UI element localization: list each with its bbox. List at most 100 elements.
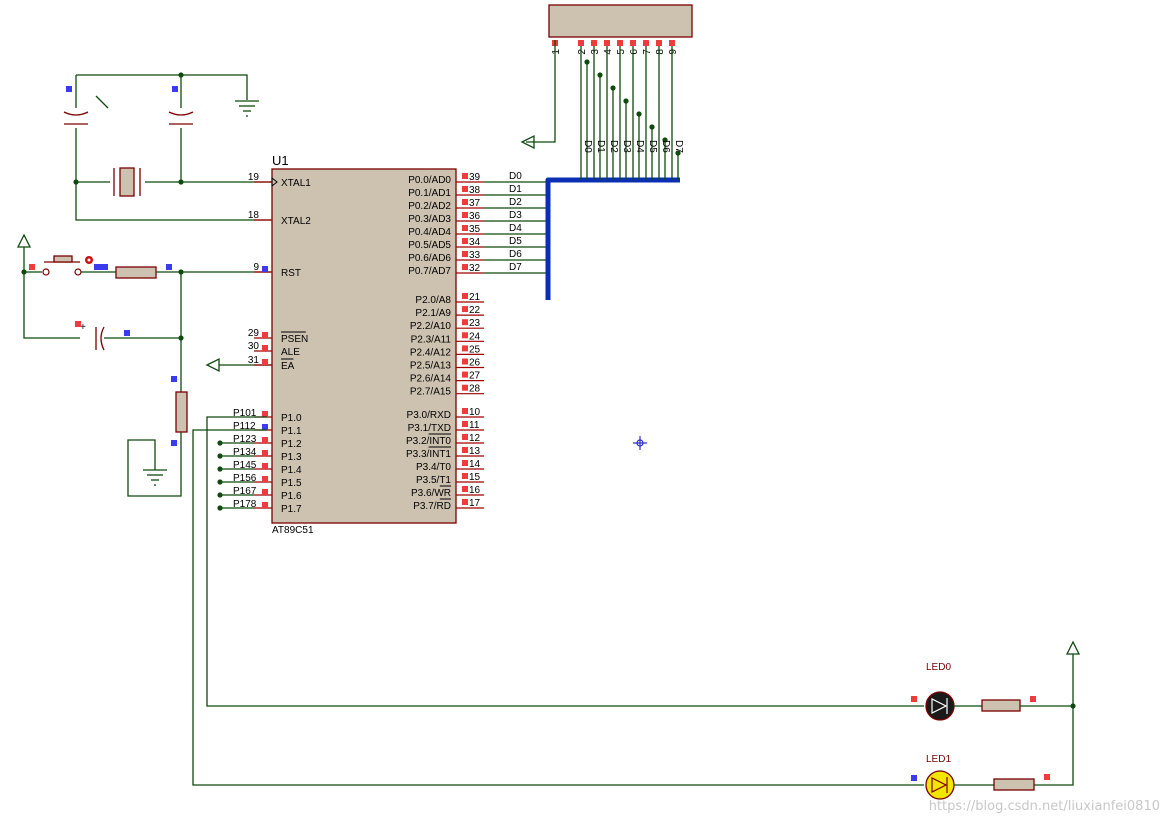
chip-pin-right-39[interactable]: 39 P0.0/AD0 bbox=[408, 172, 484, 186]
pin-number: 7 bbox=[642, 49, 653, 55]
pin-number: 31 bbox=[248, 355, 260, 366]
pin-name: EA bbox=[281, 361, 295, 372]
resistor-pack-pin-4[interactable]: 4 D2 bbox=[603, 40, 619, 180]
resistor-led1[interactable] bbox=[993, 778, 1035, 791]
chip-pin-right-24[interactable]: 24 P2.3/A11 bbox=[411, 331, 484, 345]
p1-net-labels: P101P112P123P134P145P156P167P178 bbox=[217, 408, 257, 511]
chip-pin-right-11[interactable]: 11 P3.1/TXD bbox=[408, 420, 484, 434]
chip-pin-right-32[interactable]: 32 P0.7/AD7 bbox=[408, 263, 484, 277]
bus-line-D3: D3 bbox=[484, 210, 548, 222]
chip-pin-right-13[interactable]: 13 P3.3/INT1 bbox=[406, 446, 484, 460]
ground-symbol-top bbox=[235, 100, 259, 117]
pin-number: 35 bbox=[469, 224, 481, 235]
pin-name: P0.5/AD5 bbox=[408, 240, 451, 251]
pin-number: 16 bbox=[469, 485, 481, 496]
pin-name: P1.5 bbox=[281, 478, 302, 489]
pin-name: P1.7 bbox=[281, 504, 302, 515]
chip-pin-right-25[interactable]: 25 P2.4/A12 bbox=[410, 344, 484, 358]
chip-pin-right-36[interactable]: 36 P0.3/AD3 bbox=[408, 211, 484, 225]
pin-number: 37 bbox=[469, 198, 481, 209]
chip-pin-right-35[interactable]: 35 P0.4/AD4 bbox=[408, 224, 484, 238]
resistor-pack-pin-9[interactable]: 9 D7 bbox=[668, 40, 684, 180]
chip-pin-right-21[interactable]: 21 P2.0/A8 bbox=[415, 292, 484, 306]
pin-number: 33 bbox=[469, 250, 481, 261]
chip-pin-right-26[interactable]: 26 P2.5/A13 bbox=[410, 358, 484, 372]
pin-name: XTAL1 bbox=[281, 178, 311, 189]
crystal-oscillator[interactable] bbox=[113, 167, 141, 197]
chip-pin-right-33[interactable]: 33 P0.6/AD6 bbox=[408, 250, 484, 264]
chip-pin-right-17[interactable]: 17 P3.7/RD bbox=[413, 498, 484, 512]
pin-name: P3.1/TXD bbox=[408, 423, 451, 434]
pin-name: P1.0 bbox=[281, 413, 302, 424]
pin-number: 24 bbox=[469, 331, 481, 342]
chip-pin-right-23[interactable]: 23 P2.2/A10 bbox=[410, 318, 484, 332]
p1-net-label-7: P178 bbox=[217, 499, 257, 511]
pin-number: 10 bbox=[469, 407, 481, 418]
pin-name: P1.2 bbox=[281, 439, 302, 450]
chip-pin-right-22[interactable]: 22 P2.1/A9 bbox=[415, 305, 484, 319]
schematic-canvas: + U1 AT89C51 19XTAL118XTAL29RST29PSEN30A… bbox=[16, 4, 1160, 814]
bus-line-D6: D6 bbox=[484, 249, 548, 261]
chip-pin-right-34[interactable]: 34 P0.5/AD5 bbox=[408, 237, 484, 251]
chip-pin-right-27[interactable]: 27 P2.6/A14 bbox=[410, 371, 484, 385]
capacitor-reset-electrolytic[interactable]: + bbox=[75, 321, 130, 351]
resistor-pack-pin-8[interactable]: 8 D6 bbox=[655, 40, 671, 180]
pin-number: 9 bbox=[253, 262, 259, 273]
pin-number: 11 bbox=[469, 420, 480, 431]
chip-pin-right-15[interactable]: 15 P3.5/T1 bbox=[416, 472, 484, 486]
rpack-net-label: D5 bbox=[647, 140, 658, 153]
pin-name: XTAL2 bbox=[281, 216, 311, 227]
bus-label: D6 bbox=[509, 249, 522, 260]
chip-pin-right-16[interactable]: 16 P3.6/WR bbox=[411, 485, 484, 499]
chip-pin-right-10[interactable]: 10 P3.0/RXD bbox=[407, 407, 484, 421]
led-0[interactable]: LED0 bbox=[911, 662, 955, 721]
chip-pin-right-12[interactable]: 12 P3.2/INT0 bbox=[406, 433, 484, 447]
crosshair-cursor-icon bbox=[633, 436, 647, 450]
pin-name: P2.4/A12 bbox=[410, 347, 452, 358]
pin-number: 18 bbox=[248, 210, 260, 221]
bus-line-D1: D1 bbox=[484, 184, 548, 196]
pin-number: 38 bbox=[469, 185, 481, 196]
rpack-net-label: D1 bbox=[595, 140, 606, 153]
resistor-reset-pulldown[interactable] bbox=[171, 376, 188, 446]
resistor-reset-series[interactable] bbox=[115, 266, 157, 279]
bus-trunk bbox=[545, 177, 680, 300]
resistor-pack-pin-7[interactable]: 7 D5 bbox=[642, 40, 658, 180]
resistor-pack-pin-5[interactable]: 5 D3 bbox=[616, 40, 632, 180]
resistor-pack-pin-3[interactable]: 3 D1 bbox=[590, 40, 606, 180]
pin-number: 39 bbox=[469, 172, 481, 183]
pin-name: P2.2/A10 bbox=[410, 321, 452, 332]
pin-number: 21 bbox=[469, 292, 481, 303]
chip-pin-right-37[interactable]: 37 P0.2/AD2 bbox=[408, 198, 484, 212]
resistor-pack-pin-6[interactable]: 6 D4 bbox=[629, 40, 645, 180]
pin-number: 32 bbox=[469, 263, 481, 274]
chip-pin-right-38[interactable]: 38 P0.1/AD1 bbox=[408, 185, 484, 199]
p1-net-label-6: P167 bbox=[217, 486, 257, 498]
led-1[interactable]: LED1 bbox=[911, 754, 955, 800]
resistor-pack-pin-1[interactable]: 1 bbox=[551, 40, 562, 55]
resistor-pack[interactable]: 1 2 D0 3 D1 4 D2 5 D3 6 D4 7 D5 8 D6 9 D7 bbox=[520, 4, 693, 180]
pin-name: P2.5/A13 bbox=[410, 361, 452, 372]
p1-net-label-2: P123 bbox=[217, 434, 257, 446]
bus-label: D7 bbox=[509, 262, 522, 273]
microcontroller-u1[interactable]: U1 AT89C51 19 XTAL1 18 XTAL2 9 RST 29 PSEN 30 ALE… bbox=[217, 153, 484, 536]
pin-number: 1 bbox=[551, 49, 562, 55]
chip-pin-right-28[interactable]: 28 P2.7/A15 bbox=[410, 384, 484, 398]
bus-line-D2: D2 bbox=[484, 197, 548, 209]
bus-label: D3 bbox=[509, 210, 522, 221]
chip-pin-right-14[interactable]: 14 P3.4/T0 bbox=[416, 459, 484, 473]
pin-number: 3 bbox=[590, 49, 601, 55]
resistor-led0[interactable] bbox=[981, 699, 1021, 712]
resistor-pack-pins: 1 2 D0 3 D1 4 D2 5 D3 6 D4 7 D5 8 D6 9 D7 bbox=[551, 40, 684, 180]
pin-name: P2.6/A14 bbox=[410, 374, 452, 385]
power-terminal-led bbox=[1065, 640, 1081, 655]
rpack-net-label: D4 bbox=[634, 140, 645, 153]
pin-name: P0.4/AD4 bbox=[408, 227, 451, 238]
resistor-pack-pin-2[interactable]: 2 D0 bbox=[577, 40, 593, 180]
chip-part-number: AT89C51 bbox=[272, 525, 314, 536]
rpack-net-label: D7 bbox=[673, 140, 684, 153]
pin-number: 6 bbox=[629, 49, 640, 55]
bus-label: D4 bbox=[509, 223, 522, 234]
rpack-net-label: D0 bbox=[582, 140, 593, 153]
pin-number: 19 bbox=[248, 172, 260, 183]
